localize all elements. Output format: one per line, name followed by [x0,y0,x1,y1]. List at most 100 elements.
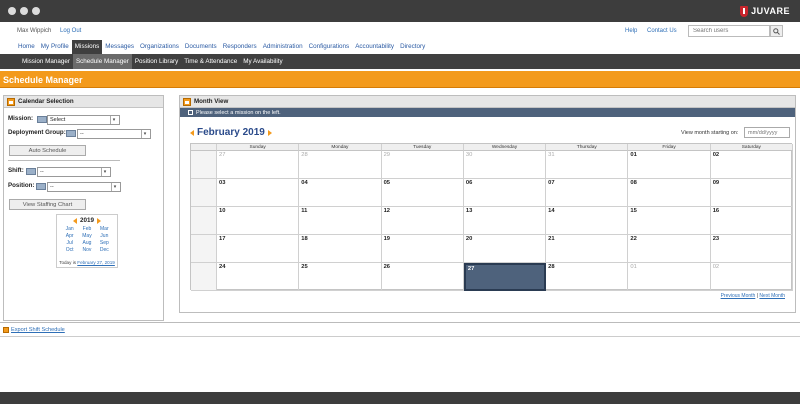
calendar-day[interactable]: 11 [299,207,382,235]
nav-configurations[interactable]: Configurations [306,40,353,54]
nav-documents[interactable]: Documents [182,40,220,54]
minimize-window-icon[interactable] [20,7,28,15]
week-row-header[interactable] [191,207,217,235]
deployment-filter-icon[interactable] [66,130,76,137]
calendar-day[interactable]: 12 [381,207,464,235]
search-button[interactable] [770,25,783,37]
calendar-day[interactable]: 08 [628,179,711,207]
calendar-day[interactable]: 05 [381,179,464,207]
next-month-icon[interactable] [267,129,272,136]
logout-link[interactable]: Log Out [60,28,81,34]
deployment-group-select[interactable]: -- ▾ [77,129,151,139]
calendar-day[interactable]: 03 [217,179,300,207]
mission-select[interactable]: Select ▾ [47,115,120,125]
nav-missions[interactable]: Missions [71,40,103,54]
calendar-day[interactable]: 02 [710,263,793,291]
calendar-day[interactable]: 09 [710,179,793,207]
mini-month-dec[interactable]: Dec [96,247,113,253]
nav-directory[interactable]: Directory [397,40,428,54]
mission-filter-icon[interactable] [37,116,47,123]
calendar-day[interactable]: 06 [463,179,547,207]
mini-month-mar[interactable]: Mar [96,226,113,232]
calendar-day[interactable]: 20 [463,235,547,263]
calendar-day[interactable]: 17 [217,235,300,263]
week-row-header[interactable] [191,179,217,207]
calendar-day[interactable]: 02 [710,151,793,179]
next-year-icon[interactable] [97,217,101,224]
mini-month-jun[interactable]: Jun [96,233,113,239]
calendar-day[interactable]: 15 [628,207,711,235]
previous-year-icon[interactable] [72,217,77,224]
shift-filter-icon[interactable] [26,168,36,175]
calendar-day[interactable]: 29 [381,151,464,179]
nav-my-profile[interactable]: My Profile [38,40,72,54]
calendar-day[interactable]: 04 [299,179,382,207]
calendar-day[interactable]: 28 [299,151,382,179]
close-window-icon[interactable] [8,7,16,15]
view-staffing-chart-button[interactable]: View Staffing Chart [9,199,86,210]
subnav-mission-manager[interactable]: Mission Manager [19,54,73,69]
calendar-day[interactable]: 24 [217,263,300,291]
mini-month-may[interactable]: May [78,233,95,239]
calendar-day[interactable]: 27 [217,151,300,179]
calendar-day[interactable]: 30 [463,151,547,179]
mini-month-nov[interactable]: Nov [78,247,95,253]
nav-responders[interactable]: Responders [220,40,260,54]
position-filter-icon[interactable] [36,183,46,190]
grid-corner [191,144,217,151]
nav-messages[interactable]: Messages [102,40,137,54]
calendar-day[interactable]: 21 [546,235,629,263]
contact-us-link[interactable]: Contact Us [647,28,677,34]
calendar-day[interactable]: 01 [628,263,711,291]
calendar-day[interactable]: 23 [710,235,793,263]
divider [0,336,800,337]
week-row-header[interactable] [191,151,217,179]
week-row-header[interactable] [191,263,217,291]
calendar-day[interactable]: 18 [299,235,382,263]
view-month-date-input[interactable] [744,127,790,138]
day-header-saturday: Saturday [710,144,793,151]
nav-accountability[interactable]: Accountability [352,40,397,54]
calendar-day[interactable]: 01 [628,151,711,179]
calendar-day[interactable]: 31 [546,151,629,179]
export-shift-schedule-link[interactable]: Export Shift Schedule [11,327,65,333]
subnav-position-library[interactable]: Position Library [132,54,181,69]
calendar-day[interactable]: 26 [381,263,464,291]
previous-month-link[interactable]: Previous Month [721,293,756,299]
next-month-link[interactable]: Next Month [759,293,785,299]
subnav-time-attendance[interactable]: Time & Attendance [181,54,240,69]
calendar-day-today[interactable]: 27 [463,263,547,291]
calendar-day[interactable]: 13 [463,207,547,235]
nav-home[interactable]: Home [15,40,38,54]
calendar-day[interactable]: 28 [546,263,629,291]
calendar-day[interactable]: 10 [217,207,300,235]
mini-month-jul[interactable]: Jul [61,240,78,246]
shift-select[interactable]: -- ▾ [37,167,111,177]
calendar-day[interactable]: 25 [299,263,382,291]
user-name-link[interactable]: Max Wippich [17,28,51,34]
mini-month-aug[interactable]: Aug [78,240,95,246]
calendar-day[interactable]: 16 [710,207,793,235]
week-row-header[interactable] [191,235,217,263]
help-link[interactable]: Help [625,28,637,34]
subnav-schedule-manager[interactable]: Schedule Manager [72,54,132,69]
auto-schedule-button[interactable]: Auto Schedule [9,145,86,156]
mini-month-jan[interactable]: Jan [61,226,78,232]
mini-month-oct[interactable]: Oct [61,247,78,253]
calendar-day[interactable]: 22 [628,235,711,263]
calendar-day[interactable]: 07 [546,179,629,207]
maximize-window-icon[interactable] [32,7,40,15]
subnav-my-availability[interactable]: My Availability [240,54,285,69]
calendar-day[interactable]: 19 [381,235,464,263]
nav-organizations[interactable]: Organizations [137,40,182,54]
position-select[interactable]: -- ▾ [47,182,121,192]
previous-month-icon[interactable] [190,129,194,136]
export-row: Export Shift Schedule [3,327,65,333]
mini-month-feb[interactable]: Feb [78,226,95,232]
nav-administration[interactable]: Administration [260,40,306,54]
today-link[interactable]: February 27, 2019 [77,260,115,265]
mini-month-apr[interactable]: Apr [61,233,78,239]
mini-month-sep[interactable]: Sep [96,240,113,246]
search-users-input[interactable] [688,25,770,37]
calendar-day[interactable]: 14 [546,207,629,235]
